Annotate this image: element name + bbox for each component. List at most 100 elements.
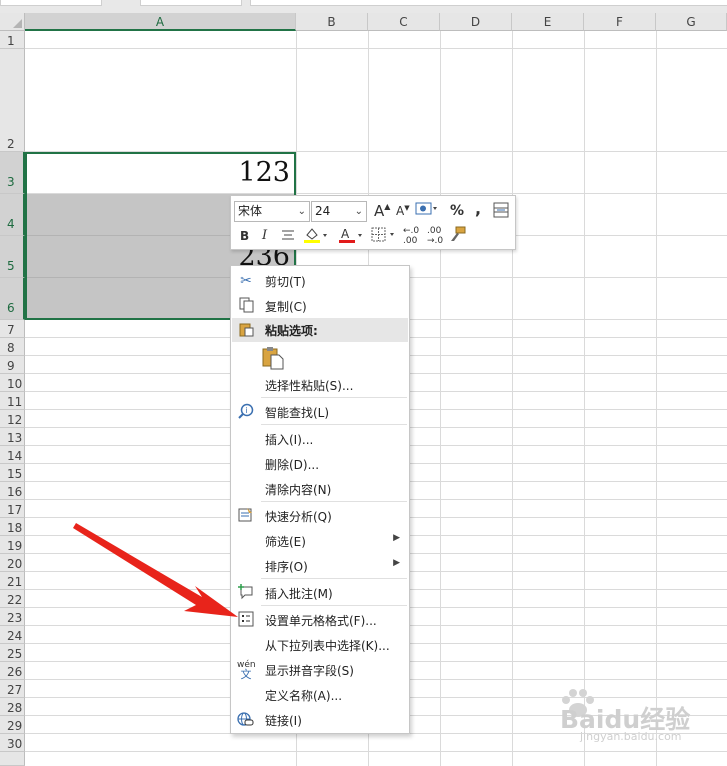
row-header[interactable]: 4 [0, 194, 25, 236]
row-header[interactable]: 8 [0, 338, 25, 356]
decrease-font-icon[interactable]: A▼ [396, 204, 410, 218]
row-header[interactable]: 26 [0, 662, 25, 680]
menu-separator [261, 424, 407, 425]
increase-decimal-icon[interactable]: ←.0.00 [403, 226, 419, 246]
row-header[interactable]: 22 [0, 590, 25, 608]
submenu-arrow-icon: ▶ [393, 533, 400, 543]
increase-font-icon[interactable]: A▲ [374, 202, 390, 220]
row-header[interactable]: 12 [0, 410, 25, 428]
menu-item-delete[interactable]: 删除(D)... [232, 452, 408, 476]
row-header[interactable]: 16 [0, 482, 25, 500]
row-number: 25 [7, 647, 23, 661]
row-number: 17 [7, 503, 23, 517]
select-all-corner[interactable] [0, 13, 25, 31]
row-header[interactable]: 30 [0, 734, 25, 752]
row-header[interactable]: 13 [0, 428, 25, 446]
menu-item-label: 筛选(E) [265, 535, 306, 549]
row-header[interactable]: 21 [0, 572, 25, 590]
row-header[interactable]: 1 [0, 31, 25, 49]
row-header[interactable]: 17 [0, 500, 25, 518]
menu-item-format-cells[interactable]: 设置单元格格式(F)... [232, 608, 408, 632]
paste-option-button[interactable] [232, 344, 408, 372]
menu-item-clear-contents[interactable]: 清除内容(N) [232, 477, 408, 501]
borders-icon[interactable] [371, 227, 397, 247]
row-header[interactable]: 29 [0, 716, 25, 734]
column-header-b[interactable]: B [296, 13, 368, 31]
menu-item-paste-special[interactable]: 选择性粘贴(S)... [232, 373, 408, 397]
row-header[interactable]: 2 [0, 49, 25, 152]
menu-item-insert-comment[interactable]: 插入批注(M) [232, 581, 408, 605]
menu-item-insert[interactable]: 插入(I)... [232, 427, 408, 451]
row-header[interactable]: 5 [0, 236, 25, 278]
row-header[interactable]: 9 [0, 356, 25, 374]
row-header[interactable]: 20 [0, 554, 25, 572]
svg-text:i: i [246, 406, 248, 415]
row-header[interactable]: 23 [0, 608, 25, 626]
percent-style-button[interactable]: % [450, 203, 464, 219]
tab-fragment[interactable] [140, 0, 242, 6]
menu-item-label: 插入(I)... [265, 433, 314, 447]
font-name-combo[interactable]: 宋体 ⌄ [234, 201, 310, 222]
format-painter-icon[interactable] [449, 226, 467, 246]
comma-style-button[interactable]: , [475, 199, 481, 218]
row-number: 3 [7, 175, 15, 189]
menu-item-label: 粘贴选项: [265, 324, 318, 338]
menu-item-sort[interactable]: 排序(O) ▶ [232, 554, 408, 578]
column-header-e[interactable]: E [512, 13, 584, 31]
menu-item-phonetic[interactable]: wén 文 显示拼音字段(S) [232, 658, 408, 682]
format-painter-grid-icon[interactable] [493, 202, 509, 222]
column-header-c[interactable]: C [368, 13, 440, 31]
menu-item-define-name[interactable]: 定义名称(A)... [232, 683, 408, 707]
row-number: 11 [7, 395, 23, 409]
row-header[interactable]: 24 [0, 626, 25, 644]
column-header-g[interactable]: G [656, 13, 727, 31]
row-header[interactable]: 3 [0, 152, 25, 194]
row-header[interactable]: 18 [0, 518, 25, 536]
menu-item-quick-analysis[interactable]: 快速分析(Q) [232, 504, 408, 528]
format-painter-icon [451, 226, 466, 241]
context-menu: ✂ 剪切(T) 复制(C) 粘贴选项: 选择性粘贴(S)... i 智能查找(L… [230, 265, 410, 734]
row-header[interactable]: 6 [0, 278, 25, 320]
grid-line [440, 31, 441, 766]
grid-line [656, 31, 657, 766]
scissors-icon: ✂ [240, 273, 252, 289]
font-size-combo[interactable]: 24 ⌄ [311, 201, 367, 222]
bold-button[interactable]: B [240, 229, 249, 243]
row-header[interactable]: 27 [0, 680, 25, 698]
column-header-d[interactable]: D [440, 13, 512, 31]
accounting-format-icon[interactable] [415, 201, 437, 221]
column-header-f[interactable]: F [584, 13, 656, 31]
row-number: 8 [7, 341, 15, 355]
italic-button[interactable]: I [262, 228, 267, 243]
font-color-icon[interactable]: A [338, 226, 364, 248]
menu-item-copy[interactable]: 复制(C) [232, 294, 408, 318]
menu-item-filter[interactable]: 筛选(E) ▶ [232, 529, 408, 553]
row-header[interactable]: 19 [0, 536, 25, 554]
menu-item-pick-from-list[interactable]: 从下拉列表中选择(K)... [232, 633, 408, 657]
row-number: 19 [7, 539, 23, 553]
decrease-decimal-icon[interactable]: .00 →.0 [427, 226, 443, 246]
menu-item-cut[interactable]: ✂ 剪切(T) [232, 269, 408, 293]
row-number: 4 [7, 217, 15, 231]
row-header[interactable]: 10 [0, 374, 25, 392]
row-header[interactable]: 15 [0, 464, 25, 482]
row-header[interactable]: 14 [0, 446, 25, 464]
column-header-a[interactable]: A [25, 13, 296, 31]
grid-line [584, 31, 585, 766]
row-header[interactable]: 25 [0, 644, 25, 662]
accounting-format-icon [415, 202, 437, 215]
row-header[interactable]: 28 [0, 698, 25, 716]
row-number: 13 [7, 431, 23, 445]
fill-color-icon[interactable] [303, 226, 329, 248]
row-header[interactable]: 11 [0, 392, 25, 410]
row-header[interactable]: 7 [0, 320, 25, 338]
tab-fragment[interactable] [0, 0, 102, 6]
baidu-jingyan-watermark: Baidu经验 jingyan.baidu.com [558, 686, 708, 746]
menu-item-smart-lookup[interactable]: i 智能查找(L) [232, 400, 408, 424]
align-center-icon[interactable] [281, 229, 295, 245]
row-number: 27 [7, 683, 23, 697]
phonetic-icon: wén 文 [237, 660, 256, 681]
tab-fragment[interactable] [250, 0, 727, 6]
menu-item-link[interactable]: 链接(I) [232, 708, 408, 732]
row-header[interactable] [0, 752, 25, 766]
